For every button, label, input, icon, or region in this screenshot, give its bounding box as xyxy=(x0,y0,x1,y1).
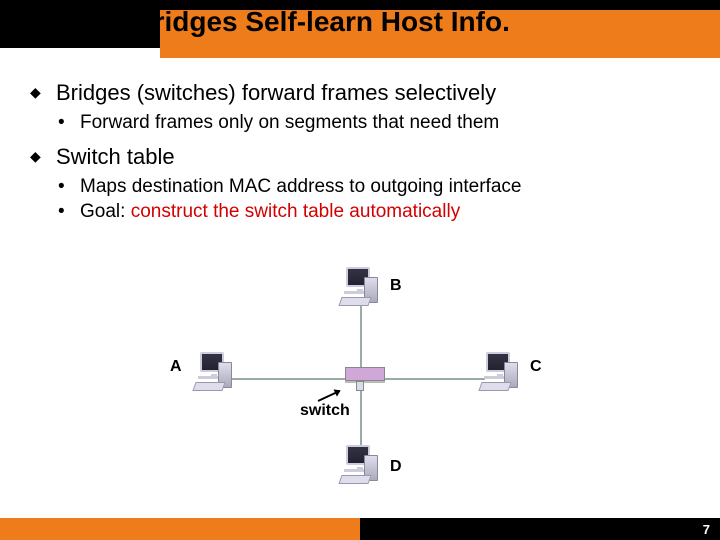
footer-black-bar xyxy=(360,518,720,540)
goal-prefix: Goal: xyxy=(80,201,131,222)
subbullet-goal: Goal: construct the switch table automat… xyxy=(58,201,690,223)
content-area: Bridges (switches) forward frames select… xyxy=(30,70,690,226)
wire-d-to-switch xyxy=(360,388,362,448)
arrow-to-switch-icon xyxy=(318,390,341,402)
wire-b-to-switch xyxy=(360,302,362,367)
label-c: C xyxy=(530,358,542,376)
bullet-switch-table: Switch table xyxy=(30,144,690,170)
subbullet-maps-mac: Maps destination MAC address to outgoing… xyxy=(58,176,690,198)
label-a: A xyxy=(170,358,182,376)
wire-c-to-switch xyxy=(385,378,485,380)
switch-port-icon xyxy=(356,381,364,391)
slide-title: Ethernet Bridges Self-learn Host Info. xyxy=(12,6,712,38)
computer-b-icon xyxy=(340,267,382,309)
goal-red-text: construct the switch table automatically xyxy=(131,201,461,222)
bullet-bridges-forward: Bridges (switches) forward frames select… xyxy=(30,80,690,106)
label-b: B xyxy=(390,277,402,295)
label-d: D xyxy=(390,458,402,476)
computer-d-icon xyxy=(340,445,382,487)
footer-orange-bar xyxy=(0,518,360,540)
subbullet-forward-segments: Forward frames only on segments that nee… xyxy=(58,112,690,134)
computer-c-icon xyxy=(480,352,522,394)
network-diagram: switch B A C D xyxy=(150,270,570,500)
label-switch: switch xyxy=(300,402,350,420)
switch-icon xyxy=(345,367,385,381)
wire-a-to-switch xyxy=(230,378,345,380)
page-number: 7 xyxy=(703,522,710,537)
computer-a-icon xyxy=(194,352,236,394)
